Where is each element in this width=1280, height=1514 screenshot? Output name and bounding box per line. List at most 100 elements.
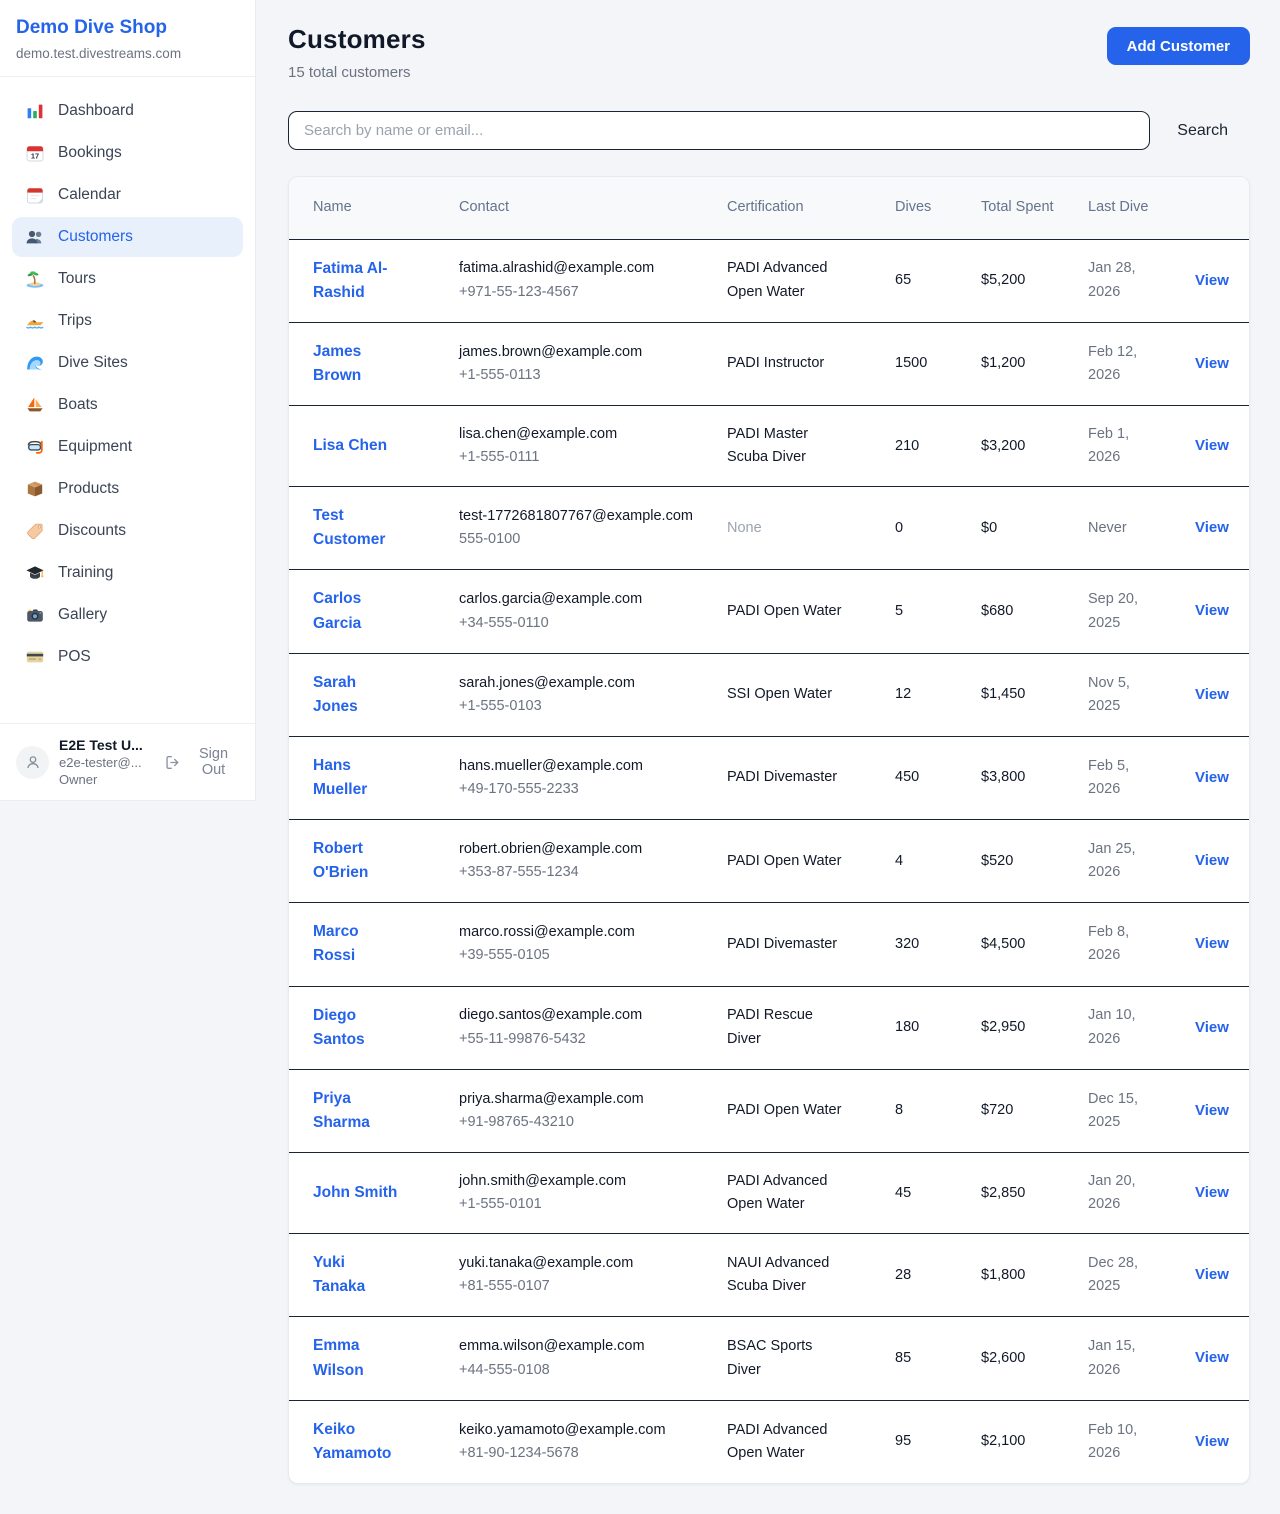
customer-phone: +353-87-555-1234 (459, 861, 713, 884)
view-customer-link[interactable]: View (1195, 1266, 1229, 1283)
customer-name-link[interactable]: Priya Sharma (313, 1087, 399, 1135)
customer-name-link[interactable]: Hans Mueller (313, 754, 399, 802)
view-customer-link[interactable]: View (1195, 852, 1229, 869)
customer-phone: +91-98765-43210 (459, 1111, 713, 1134)
customers-table: NameContactCertificationDivesTotal Spent… (289, 177, 1249, 1483)
total-spent: $0 (981, 487, 1088, 570)
certification: SSI Open Water (727, 683, 832, 706)
sidebar-item-calendar[interactable]: Calendar (12, 175, 243, 215)
table-row: Marco Rossimarco.rossi@example.com+39-55… (289, 903, 1249, 986)
sidebar-item-label: Boats (58, 396, 98, 414)
last-dive-date: Dec 15, 2025 (1088, 1088, 1152, 1134)
equipment-icon (25, 437, 45, 457)
boats-icon (25, 395, 45, 415)
sidebar-item-tours[interactable]: Tours (12, 259, 243, 299)
customer-phone: +971-55-123-4567 (459, 281, 713, 304)
total-spent: $680 (981, 570, 1088, 653)
sidebar-item-dive-sites[interactable]: Dive Sites (12, 343, 243, 383)
sidebar-item-label: Calendar (58, 186, 121, 204)
last-dive-date: Nov 5, 2025 (1088, 672, 1152, 718)
customer-phone: +34-555-0110 (459, 612, 713, 635)
view-customer-link[interactable]: View (1195, 935, 1229, 952)
view-customer-link[interactable]: View (1195, 355, 1229, 372)
sidebar-item-gallery[interactable]: Gallery (12, 595, 243, 635)
view-customer-link[interactable]: View (1195, 686, 1229, 703)
customer-name-link[interactable]: Emma Wilson (313, 1334, 399, 1382)
sidebar-item-pos[interactable]: POS (12, 637, 243, 677)
customer-name-link[interactable]: John Smith (313, 1181, 397, 1205)
page-header: Customers 15 total customers Add Custome… (288, 24, 1250, 81)
customer-name-link[interactable]: Lisa Chen (313, 434, 387, 458)
table-row: Emma Wilsonemma.wilson@example.com+44-55… (289, 1317, 1249, 1400)
view-customer-link[interactable]: View (1195, 1433, 1229, 1450)
table-row: Carlos Garciacarlos.garcia@example.com+3… (289, 570, 1249, 653)
customer-name-link[interactable]: Carlos Garcia (313, 587, 399, 635)
customer-email: emma.wilson@example.com (459, 1335, 713, 1358)
certification: PADI Advanced Open Water (727, 1419, 849, 1465)
customers-icon (25, 227, 45, 247)
customer-name-link[interactable]: Fatima Al-Rashid (313, 257, 399, 305)
view-customer-link[interactable]: View (1195, 437, 1229, 454)
table-row: John Smithjohn.smith@example.com+1-555-0… (289, 1152, 1249, 1233)
sidebar-item-products[interactable]: Products (12, 469, 243, 509)
sidebar-item-customers[interactable]: Customers (12, 217, 243, 257)
sidebar-item-label: Bookings (58, 144, 122, 162)
customer-phone: +1-555-0101 (459, 1193, 713, 1216)
total-spent: $1,450 (981, 653, 1088, 736)
certification: PADI Rescue Diver (727, 1004, 849, 1050)
dives-count: 320 (895, 903, 981, 986)
sidebar-item-label: Dive Sites (58, 354, 128, 372)
sidebar-item-label: Customers (58, 228, 133, 246)
customer-name-link[interactable]: Keiko Yamamoto (313, 1418, 399, 1466)
total-spent: $720 (981, 1069, 1088, 1152)
search-row: Search (288, 111, 1250, 150)
sign-out-button[interactable]: Sign Out (164, 746, 239, 778)
dives-count: 1500 (895, 322, 981, 405)
search-button[interactable]: Search (1150, 122, 1250, 140)
view-customer-link[interactable]: View (1195, 1019, 1229, 1036)
customer-name-link[interactable]: Diego Santos (313, 1004, 399, 1052)
sidebar-item-bookings[interactable]: 17Bookings (12, 133, 243, 173)
dive-sites-icon (25, 353, 45, 373)
certification: PADI Open Water (727, 600, 841, 623)
sidebar-item-equipment[interactable]: Equipment (12, 427, 243, 467)
customer-name-link[interactable]: James Brown (313, 340, 399, 388)
pos-icon (25, 647, 45, 667)
sidebar-item-discounts[interactable]: Discounts (12, 511, 243, 551)
view-customer-link[interactable]: View (1195, 519, 1229, 536)
customer-name-link[interactable]: Sarah Jones (313, 671, 399, 719)
customer-name-link[interactable]: Marco Rossi (313, 920, 399, 968)
customer-email: yuki.tanaka@example.com (459, 1252, 713, 1275)
sidebar-item-boats[interactable]: Boats (12, 385, 243, 425)
certification: PADI Instructor (727, 352, 824, 375)
customer-email: test-1772681807767@example.com (459, 505, 713, 528)
certification: None (727, 517, 762, 540)
add-customer-button[interactable]: Add Customer (1107, 27, 1250, 65)
sidebar-item-dashboard[interactable]: Dashboard (12, 91, 243, 131)
view-customer-link[interactable]: View (1195, 272, 1229, 289)
view-customer-link[interactable]: View (1195, 1102, 1229, 1119)
last-dive-date: Feb 8, 2026 (1088, 921, 1152, 967)
customer-phone: 555-0100 (459, 528, 713, 551)
sidebar-item-trips[interactable]: Trips (12, 301, 243, 341)
search-input[interactable] (288, 111, 1150, 150)
dives-count: 210 (895, 405, 981, 486)
customer-name-link[interactable]: Test Customer (313, 504, 399, 552)
certification: PADI Divemaster (727, 933, 837, 956)
view-customer-link[interactable]: View (1195, 602, 1229, 619)
last-dive-date: Feb 10, 2026 (1088, 1419, 1152, 1465)
table-row: Yuki Tanakayuki.tanaka@example.com+81-55… (289, 1234, 1249, 1317)
column-header: Last Dive (1088, 177, 1195, 239)
sign-out-label: Sign Out (188, 746, 239, 778)
certification: PADI Master Scuba Diver (727, 423, 849, 469)
customer-phone: +1-555-0113 (459, 364, 713, 387)
view-customer-link[interactable]: View (1195, 769, 1229, 786)
sidebar-item-training[interactable]: Training (12, 553, 243, 593)
customer-name-link[interactable]: Robert O'Brien (313, 837, 399, 885)
customer-name-link[interactable]: Yuki Tanaka (313, 1251, 399, 1299)
table-row: Fatima Al-Rashidfatima.alrashid@example.… (289, 239, 1249, 322)
dives-count: 65 (895, 239, 981, 322)
user-info: E2E Test U... e2e-tester@... Owner (59, 737, 154, 787)
view-customer-link[interactable]: View (1195, 1349, 1229, 1366)
view-customer-link[interactable]: View (1195, 1184, 1229, 1201)
